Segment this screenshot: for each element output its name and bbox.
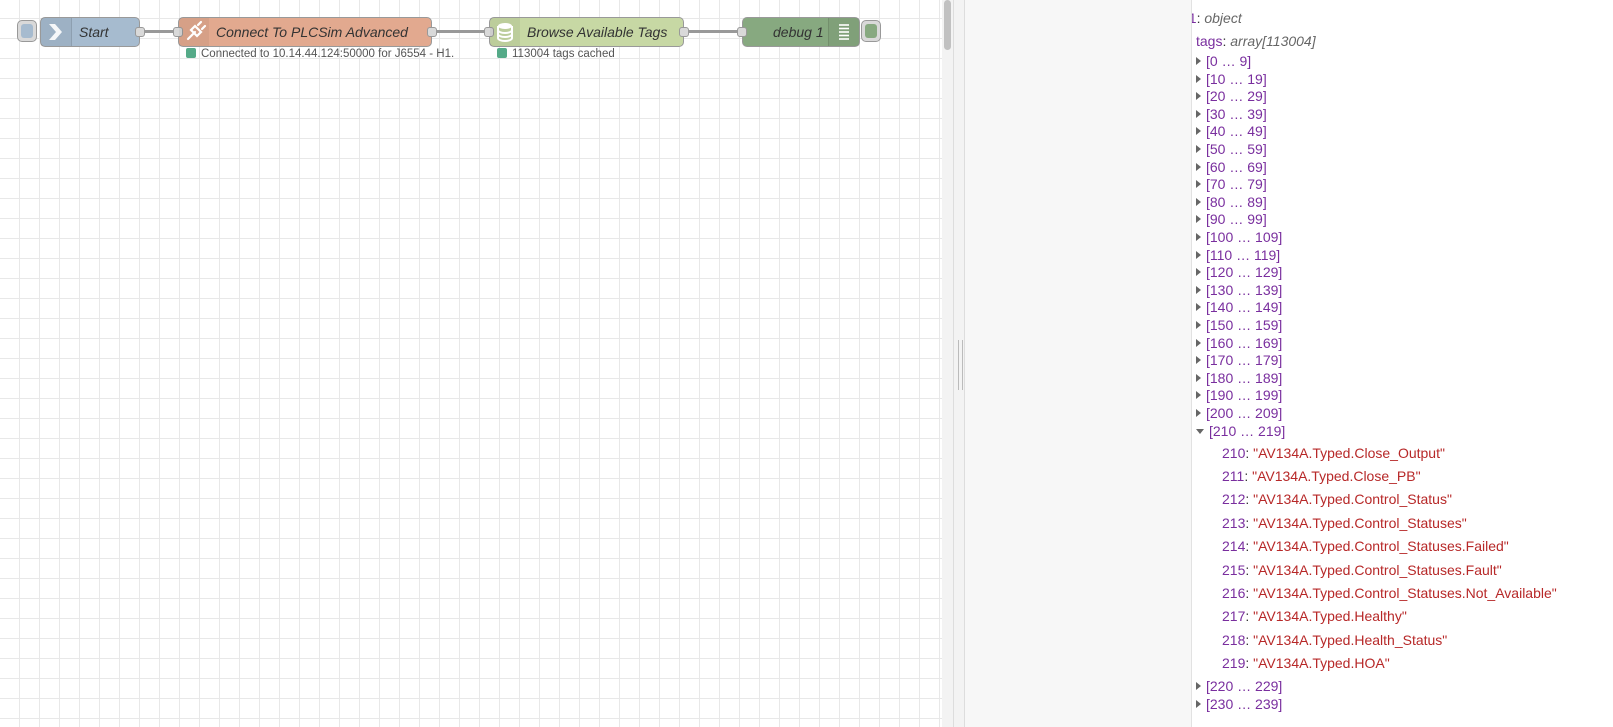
tree-group-collapsed[interactable]: [190 … 199] <box>1196 387 1282 404</box>
tree-group-collapsed[interactable]: [110 … 119] <box>1196 247 1280 264</box>
wire-connect-browse[interactable] <box>434 30 490 33</box>
sidebar-splitter[interactable] <box>953 0 965 727</box>
caret-right-icon <box>1196 303 1201 311</box>
tree-group-collapsed[interactable]: [80 … 89] <box>1196 194 1267 211</box>
wire-browse-debug[interactable] <box>686 30 743 33</box>
tree-group-collapsed[interactable]: [140 … 149] <box>1196 299 1282 316</box>
caret-right-icon <box>1196 700 1201 708</box>
tree-group-collapsed[interactable]: [40 … 49] <box>1196 123 1267 140</box>
database-icon <box>490 18 520 46</box>
tree-group-collapsed[interactable]: [50 … 59] <box>1196 141 1267 158</box>
tree-item: 215: "AV134A.Typed.Control_Statuses.Faul… <box>1222 562 1502 578</box>
tree-group-collapsed[interactable]: [120 … 129] <box>1196 264 1282 281</box>
tree-item: 214: "AV134A.Typed.Control_Statuses.Fail… <box>1222 538 1509 554</box>
tree-item: 219: "AV134A.Typed.HOA" <box>1222 655 1390 671</box>
caret-right-icon <box>1196 110 1201 118</box>
caret-right-icon <box>1196 57 1201 65</box>
tree-item: 212: "AV134A.Typed.Control_Status" <box>1222 491 1452 507</box>
tree-item: 210: "AV134A.Typed.Close_Output" <box>1222 445 1445 461</box>
tree-group-collapsed[interactable]: [220 … 229] <box>1196 678 1282 695</box>
node-label-connect: Connect To PLCSim Advanced <box>216 24 408 40</box>
tree-group-collapsed[interactable]: [100 … 109] <box>1196 229 1282 246</box>
input-port[interactable] <box>737 27 747 37</box>
caret-right-icon <box>1196 180 1201 188</box>
caret-right-icon <box>1196 233 1201 241</box>
node-start[interactable]: Start <box>40 17 145 47</box>
status-dot-icon <box>186 48 196 58</box>
tree-group-collapsed[interactable]: [70 … 79] <box>1196 176 1267 193</box>
node-browse-tags[interactable]: Browse Available Tags <box>484 17 689 47</box>
debug-panel: h1: object tags: array[113004] [0 … 9][10 … <box>1192 0 1613 727</box>
flow-workspace[interactable]: Start Connect To PLCSim Advanced Connect… <box>0 0 942 727</box>
caret-right-icon <box>1196 391 1201 399</box>
caret-right-icon <box>1196 127 1201 135</box>
scrollbar-thumb[interactable] <box>944 0 951 50</box>
node-label-start: Start <box>79 24 109 40</box>
caret-right-icon <box>1196 251 1201 259</box>
caret-right-icon <box>1196 145 1201 153</box>
node-connect-plcsim[interactable]: Connect To PLCSim Advanced <box>173 17 437 47</box>
output-port[interactable] <box>427 27 437 37</box>
caret-right-icon <box>1196 321 1201 329</box>
tree-node-tags[interactable]: tags: array[113004] <box>1192 33 1316 50</box>
tree-group-collapsed[interactable]: [0 … 9] <box>1196 53 1251 70</box>
caret-right-icon <box>1196 75 1201 83</box>
tree-group-collapsed[interactable]: [60 … 69] <box>1196 159 1267 176</box>
sidebar-message-meta <box>965 0 1192 727</box>
node-status-connect: Connected to 10.14.44.124:50000 for J655… <box>186 48 454 60</box>
node-label-debug: debug 1 <box>773 24 824 40</box>
node-status-browse: 113004 tags cached <box>497 48 615 60</box>
caret-right-icon <box>1196 198 1201 206</box>
tree-group-collapsed[interactable]: [160 … 169] <box>1196 335 1282 352</box>
caret-right-icon <box>1196 409 1201 417</box>
caret-right-icon <box>1196 163 1201 171</box>
caret-right-icon <box>1196 374 1201 382</box>
tree-group-collapsed[interactable]: [200 … 209] <box>1196 405 1282 422</box>
caret-right-icon <box>1196 339 1201 347</box>
tree-group-collapsed[interactable]: [20 … 29] <box>1196 88 1267 105</box>
tree-group-collapsed[interactable]: [150 … 159] <box>1196 317 1282 334</box>
tree-item: 218: "AV134A.Typed.Health_Status" <box>1222 632 1448 648</box>
debug-list-icon <box>828 18 859 46</box>
inject-arrow-icon <box>41 18 72 46</box>
caret-right-icon <box>1196 268 1201 276</box>
tree-group-collapsed[interactable]: [130 … 139] <box>1196 282 1282 299</box>
caret-right-icon <box>1196 92 1201 100</box>
tree-item: 211: "AV134A.Typed.Close_PB" <box>1222 468 1421 484</box>
plug-icon <box>179 18 209 46</box>
node-label-browse: Browse Available Tags <box>527 24 668 40</box>
output-port[interactable] <box>679 27 689 37</box>
workspace-scrollbar[interactable] <box>942 0 953 727</box>
caret-right-icon <box>1196 356 1201 364</box>
tree-group-collapsed[interactable]: [10 … 19] <box>1196 71 1267 88</box>
tree-group-collapsed[interactable]: [170 … 179] <box>1196 352 1282 369</box>
caret-right-icon <box>1196 215 1201 223</box>
tree-group-collapsed[interactable]: [180 … 189] <box>1196 370 1282 387</box>
tree-item: 213: "AV134A.Typed.Control_Statuses" <box>1222 515 1467 531</box>
debug-toggle-button[interactable] <box>861 20 881 42</box>
tree-group-collapsed[interactable]: [230 … 239] <box>1196 696 1282 713</box>
tree-group-expanded[interactable]: [210 … 219] <box>1196 423 1285 440</box>
caret-right-icon <box>1196 682 1201 690</box>
caret-down-icon <box>1196 429 1204 434</box>
tree-root-h1[interactable]: h1: object <box>1192 10 1242 27</box>
node-debug[interactable]: debug 1 <box>737 17 860 47</box>
output-port[interactable] <box>135 27 145 37</box>
status-dot-icon <box>497 48 507 58</box>
tree-group-collapsed[interactable]: [90 … 99] <box>1196 211 1267 228</box>
tree-group-collapsed[interactable]: [30 … 39] <box>1196 106 1267 123</box>
splitter-grip-icon <box>958 340 963 390</box>
tree-item: 217: "AV134A.Typed.Healthy" <box>1222 608 1407 624</box>
caret-right-icon <box>1196 286 1201 294</box>
inject-button[interactable] <box>17 20 37 42</box>
tree-item: 216: "AV134A.Typed.Control_Statuses.Not_… <box>1222 585 1557 601</box>
